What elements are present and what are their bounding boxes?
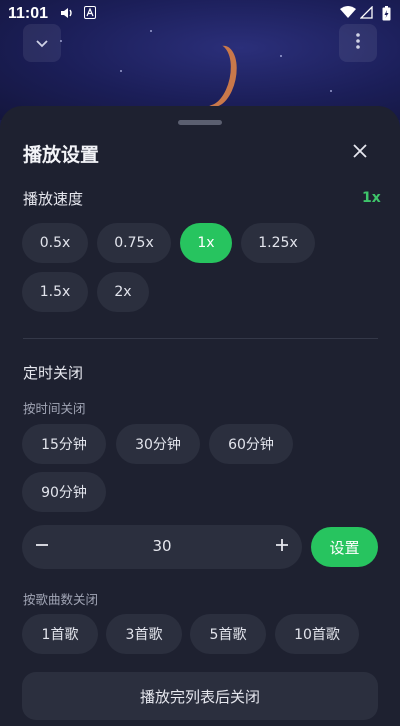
song-count-option[interactable]: 10首歌	[275, 614, 359, 654]
collapse-button[interactable]	[23, 24, 61, 62]
song-count-option[interactable]: 5首歌	[190, 614, 266, 654]
speed-option[interactable]: 0.75x	[97, 223, 171, 263]
speed-option[interactable]: 1.25x	[241, 223, 315, 263]
wifi-icon	[340, 6, 356, 23]
time-option[interactable]: 30分钟	[116, 424, 200, 464]
time-option[interactable]: 15分钟	[22, 424, 106, 464]
chevron-down-icon	[35, 33, 49, 54]
timer-label: 定时关闭	[23, 364, 84, 382]
status-bar: 11:01	[0, 0, 400, 28]
current-speed-value: 1x	[362, 190, 381, 206]
plus-icon	[275, 533, 289, 558]
moon-image	[190, 41, 236, 109]
decrement-button[interactable]	[28, 533, 56, 561]
signal-icon	[359, 5, 373, 23]
section-divider	[23, 338, 378, 339]
speed-option-selected[interactable]: 1x	[180, 223, 232, 263]
close-after-list-button[interactable]: 播放完列表后关闭	[22, 672, 378, 720]
drag-handle[interactable]	[178, 120, 222, 125]
time-option[interactable]: 60分钟	[209, 424, 293, 464]
song-count-option[interactable]: 3首歌	[106, 614, 182, 654]
minutes-stepper: 30	[22, 525, 302, 569]
speed-label: 播放速度	[23, 190, 84, 208]
stepper-value[interactable]: 30	[62, 537, 262, 555]
speed-option[interactable]: 2x	[97, 272, 149, 312]
speed-option[interactable]: 0.5x	[22, 223, 88, 263]
speed-option[interactable]: 1.5x	[22, 272, 88, 312]
status-time: 11:01	[8, 5, 49, 22]
time-option[interactable]: 90分钟	[22, 472, 106, 512]
sheet-title: 播放设置	[23, 144, 100, 166]
notification-a-icon	[84, 6, 96, 23]
more-options-button[interactable]	[339, 24, 377, 62]
close-button[interactable]	[350, 142, 370, 162]
volume-icon	[60, 6, 74, 24]
minus-icon	[35, 533, 49, 558]
playback-settings-sheet: 播放设置 播放速度 1x 0.5x 0.75x 1x 1.25x 1.5x 2x…	[0, 106, 400, 726]
more-vertical-icon	[356, 32, 360, 54]
increment-button[interactable]	[268, 533, 296, 561]
by-songs-label: 按歌曲数关闭	[23, 592, 99, 607]
set-timer-button[interactable]: 设置	[311, 527, 378, 567]
close-icon	[353, 139, 367, 164]
battery-charging-icon	[382, 6, 391, 25]
by-time-label: 按时间关闭	[23, 401, 86, 416]
song-count-option[interactable]: 1首歌	[22, 614, 98, 654]
